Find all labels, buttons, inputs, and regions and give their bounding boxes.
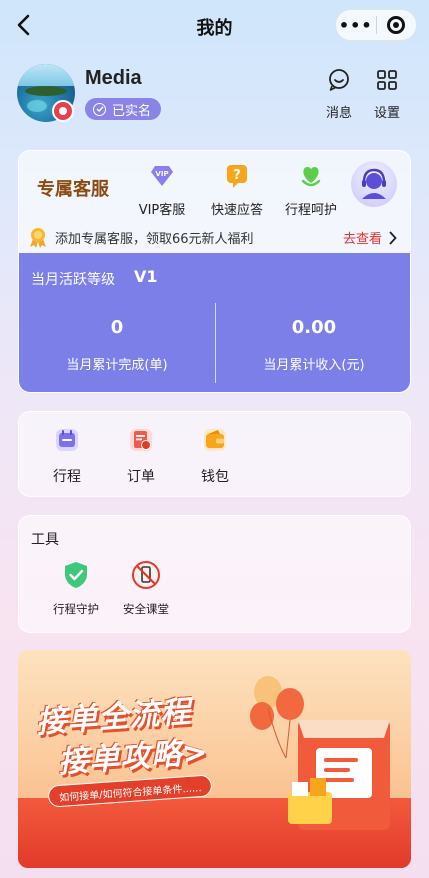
question-icon: ? [227,165,247,188]
order-guide-banner[interactable]: 接单全流程 接单攻略> 如何接单/如何符合接单条件...... [18,650,411,868]
orders-button[interactable]: 订单 [113,426,169,486]
income-stat[interactable]: 0.00 当月累计收入(元) [216,317,410,373]
view-link[interactable]: 去查看 [343,228,397,247]
messages-button[interactable]: 消息 [317,68,361,121]
promo-text: 添加专属客服，领取66元新人福利 [55,231,254,247]
wallet-icon [204,429,226,451]
banner-headline-2: 接单攻略> [57,734,210,781]
quick-answer-label: 快速应答 [210,203,263,218]
service-title: 专属客服 [37,179,109,200]
trip-guard-label: 行程守护 [53,602,99,616]
order-icon [130,429,152,451]
verified-label: 已实名 [112,103,152,119]
no-phone-icon [132,561,160,589]
completed-orders-stat[interactable]: 0 当月累计完成(单) [19,317,215,373]
income-label: 当月累计收入(元) [263,358,365,373]
wallet-button[interactable]: 钱包 [187,426,243,486]
quick-answer-button[interactable]: ? 快速应答 [202,163,272,218]
completed-orders-value: 0 [110,317,124,338]
trip-guard-button[interactable]: 行程守护 [41,560,111,617]
income-value: 0.00 [291,317,337,338]
completed-orders-label: 当月累计完成(单) [66,358,168,373]
settings-button[interactable]: 设置 [365,68,409,121]
view-link-label: 去查看 [342,232,382,247]
heart-icon [301,167,321,187]
safety-class-label: 安全课堂 [123,602,169,616]
mini-program-capsule: ••• [335,9,417,41]
medal-icon [30,228,46,248]
trips-button[interactable]: 行程 [39,426,95,486]
grid-icon [377,70,397,90]
vip-icon: VIP [151,166,173,186]
message-icon [329,69,349,91]
headset-avatar-icon[interactable] [351,161,397,207]
chevron-right-icon [389,230,397,245]
activity-level-panel: 当月活跃等级 V1 0 当月累计完成(单) 0.00 当月累计收入(元) [19,253,410,392]
trips-label: 行程 [53,469,81,485]
vip-service-label: VIP客服 [138,203,186,218]
svg-text:VIP: VIP [155,170,168,178]
level-value: V1 [134,267,158,286]
top-nav-bar: 我的 ••• [0,0,429,54]
wallet-label: 钱包 [201,469,229,485]
quick-menu-card: 行程 订单 钱包 [18,411,411,497]
vip-service-button[interactable]: VIP VIP客服 [127,163,197,218]
shield-check-icon [65,562,87,588]
close-target-icon[interactable] [376,16,416,34]
svg-text:?: ? [233,168,241,183]
messages-label: 消息 [325,106,352,121]
tools-card: 工具 行程守护 安全课堂 [18,515,411,633]
level-label: 当月活跃等级 [31,272,115,288]
more-icon[interactable]: ••• [336,16,376,35]
tools-title: 工具 [31,532,59,548]
trip-care-label: 行程呵护 [284,203,337,218]
user-name: Media [85,67,142,89]
trip-care-button[interactable]: 行程呵护 [276,163,346,218]
safety-class-button[interactable]: 安全课堂 [111,560,181,617]
check-circle-icon [93,102,106,116]
verified-badge: 已实名 [85,98,162,120]
settings-label: 设置 [373,106,400,121]
orders-label: 订单 [127,469,155,485]
promo-bar[interactable]: 添加专属客服，领取66元新人福利 去查看 [27,225,407,249]
location-badge-icon [52,100,74,122]
exclusive-service-card: 专属客服 VIP VIP客服 ? 快速应答 行程呵护 添加专属客服，领取66元新… [18,150,411,393]
calendar-icon [56,429,78,451]
balloons-illustration [250,676,304,759]
